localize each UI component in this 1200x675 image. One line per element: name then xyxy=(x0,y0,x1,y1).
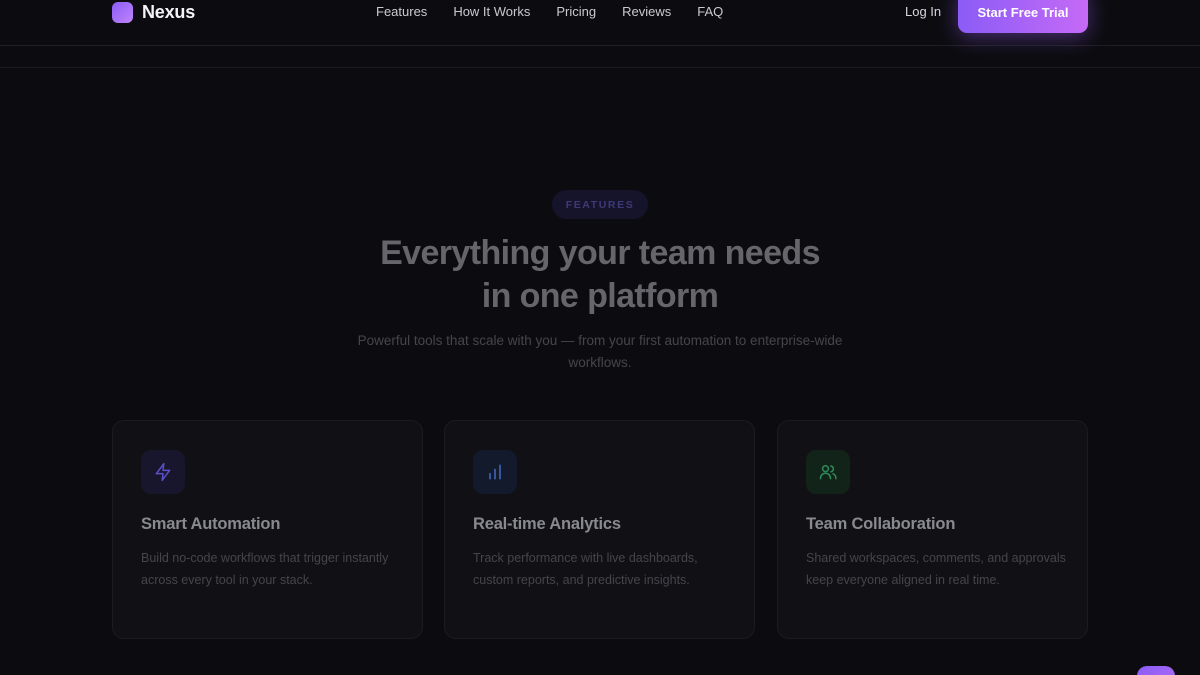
landing-page: Nexus Features How It Works Pricing Revi… xyxy=(0,0,1200,675)
feature-card-description: Track performance with live dashboards, … xyxy=(473,551,698,587)
floating-action-button[interactable] xyxy=(1137,666,1175,675)
feature-card-title: Smart Automation xyxy=(141,515,281,533)
section-title-line-2: in one platform xyxy=(481,277,719,315)
nav-link-faq[interactable]: FAQ xyxy=(697,4,723,19)
brand-logo[interactable]: Nexus xyxy=(112,2,195,23)
nav-link-how-it-works[interactable]: How It Works xyxy=(453,4,530,19)
main-nav: Features How It Works Pricing Reviews FA… xyxy=(376,4,723,19)
section-badge: FEATURES xyxy=(552,190,648,219)
feature-card-team-collaboration: Team Collaboration Shared workspaces, co… xyxy=(777,420,1088,639)
feature-card-title: Real-time Analytics xyxy=(473,515,621,533)
feature-card-description: Shared workspaces, comments, and approva… xyxy=(806,551,1066,587)
feature-card-real-time-analytics: Real-time Analytics Track performance wi… xyxy=(444,420,755,639)
feature-card-description: Build no-code workflows that trigger ins… xyxy=(141,551,389,587)
logo-mark-icon xyxy=(112,2,133,23)
lightning-icon xyxy=(141,450,185,494)
section-divider xyxy=(0,67,1200,68)
section-title: Everything your team needs in one platfo… xyxy=(300,232,900,318)
section-subtitle: Powerful tools that scale with you — fro… xyxy=(357,333,843,370)
start-free-trial-button[interactable]: Start Free Trial xyxy=(958,0,1088,33)
nav-link-features[interactable]: Features xyxy=(376,4,427,19)
brand-name: Nexus xyxy=(142,2,196,22)
site-header: Nexus Features How It Works Pricing Revi… xyxy=(0,0,1200,46)
nav-link-pricing[interactable]: Pricing xyxy=(556,4,596,19)
section-title-line-1: Everything your team needs xyxy=(380,234,820,272)
login-link[interactable]: Log In xyxy=(905,4,941,19)
feature-card-title: Team Collaboration xyxy=(806,515,956,533)
feature-card-smart-automation: Smart Automation Build no-code workflows… xyxy=(112,420,423,639)
bar-chart-icon xyxy=(473,450,517,494)
nav-link-reviews[interactable]: Reviews xyxy=(622,4,671,19)
users-icon xyxy=(806,450,850,494)
